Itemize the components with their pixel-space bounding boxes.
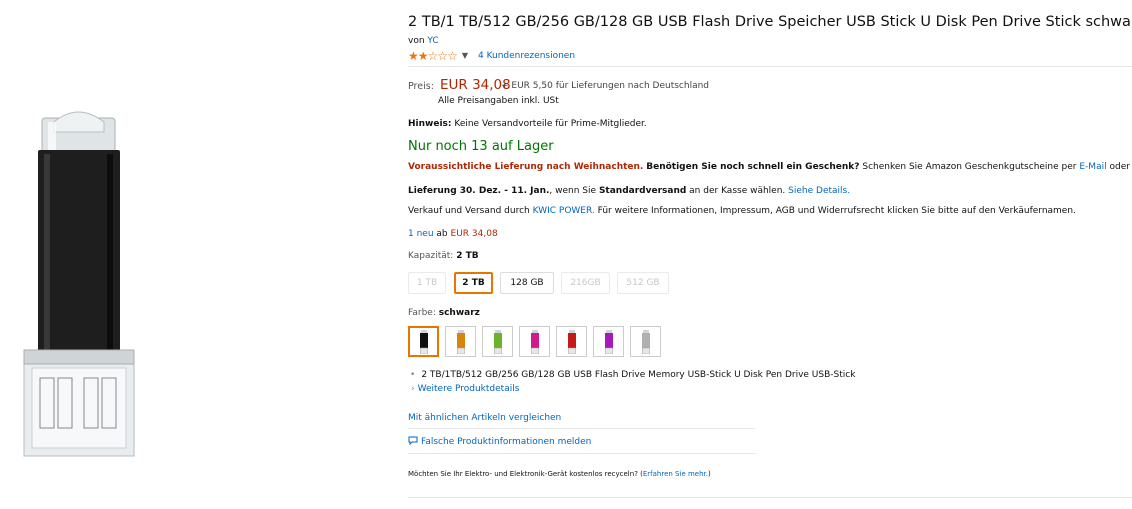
divider (408, 428, 756, 429)
capacity-option-512gb[interactable]: 512 GB (617, 272, 669, 294)
gift-tail: oder zum (1109, 162, 1132, 172)
star-empty-icon: ☆ (447, 48, 458, 63)
capacity-label-text: Kapazität: (408, 251, 454, 261)
byline-prefix: von (408, 36, 425, 46)
christmas-warning: Voraussichtliche Lieferung nach Weihnach… (408, 162, 644, 172)
delivery-text-1: , wenn Sie (549, 186, 597, 196)
star-empty-icon: ☆ (427, 48, 439, 63)
seller-text: Für weitere Informationen, Impressum, AG… (597, 206, 1076, 216)
color-swatch[interactable] (593, 326, 624, 357)
usb-stick-icon (530, 329, 539, 354)
divider (408, 66, 1132, 67)
usb-stick-icon (641, 329, 650, 354)
star-full-icon: ★ (408, 48, 419, 63)
stock-status: Nur noch 13 auf Lager (408, 139, 554, 154)
usb-stick-icon (419, 329, 428, 354)
gift-question: Benötigen Sie noch schnell ein Geschenk? (646, 162, 860, 172)
christmas-notice: Voraussichtliche Lieferung nach Weihnach… (408, 162, 1132, 172)
byline: von YC (408, 36, 439, 46)
report-link[interactable]: Falsche Produktinformationen melden (421, 437, 591, 447)
usb-stick-icon (604, 329, 613, 354)
chevron-down-icon[interactable]: ▼ (462, 51, 468, 60)
vat-note: Alle Preisangaben inkl. USt (438, 96, 559, 106)
color-swatch[interactable] (445, 326, 476, 357)
capacity-option-1tb[interactable]: 1 TB (408, 272, 446, 294)
offers-price: EUR 34,08 (450, 229, 498, 239)
color-swatch[interactable] (482, 326, 513, 357)
divider (408, 497, 1132, 498)
seller-prefix: Verkauf und Versand durch (408, 206, 530, 216)
reviews-link[interactable]: 4 Kundenrezensionen (478, 51, 575, 61)
color-selected-value: schwarz (438, 308, 480, 318)
product-image[interactable] (12, 100, 142, 470)
report-row[interactable]: Falsche Produktinformationen melden (408, 436, 591, 447)
capacity-option-128gb[interactable]: 128 GB (500, 272, 554, 294)
prime-hint: Hinweis: Keine Versandvorteile für Prime… (408, 119, 647, 129)
seller-info: Verkauf und Versand durch KWIC POWER. Fü… (408, 206, 1076, 216)
seller-link[interactable]: KWIC POWER. (533, 206, 595, 216)
color-swatch[interactable] (556, 326, 587, 357)
speech-bubble-icon (408, 436, 418, 446)
offers-text: ab (436, 229, 448, 239)
new-offers-link[interactable]: 1 neu (408, 229, 434, 239)
product-title: 2 TB/1 TB/512 GB/256 GB/128 GB USB Flash… (408, 14, 1132, 30)
shipping-info: + EUR 5,50 für Lieferungen nach Deutschl… (501, 81, 710, 91)
price-label: Preis: (408, 81, 434, 92)
recycle-learn-more-link[interactable]: Erfahren Sie mehr. (643, 470, 708, 478)
color-label: Farbe: schwarz (408, 308, 480, 318)
capacity-option-216gb[interactable]: 216GB (561, 272, 610, 294)
color-label-text: Farbe: (408, 308, 436, 318)
rating-row: ★★☆☆☆ ▼ 4 Kundenrezensionen (408, 49, 575, 62)
recycle-notice: Möchten Sie Ihr Elektro- und Elektronik-… (408, 470, 711, 478)
email-giftcard-link[interactable]: E-Mail (1079, 162, 1106, 172)
chevron-right-icon: › (411, 384, 415, 394)
usb-stick-icon (567, 329, 576, 354)
usb-stick-icon (493, 329, 502, 354)
bullet-dot: • (410, 370, 416, 380)
color-swatch[interactable] (408, 326, 439, 357)
delivery-text-2: an der Kasse wählen. (689, 186, 786, 196)
delivery-info: Lieferung 30. Dez. - 11. Jan., wenn Sie … (408, 186, 850, 196)
brand-link[interactable]: YC (427, 36, 438, 46)
capacity-label: Kapazität: 2 TB (408, 251, 479, 261)
feature-bullet: • 2 TB/1TB/512 GB/256 GB/128 GB USB Flash… (410, 370, 855, 380)
delivery-method: Standardversand (598, 186, 687, 196)
recycle-close: ) (708, 470, 711, 478)
hint-text: Keine Versandvorteile für Prime-Mitglied… (454, 119, 647, 129)
star-rating-icon[interactable]: ★★☆☆☆ (408, 48, 458, 63)
capacity-selected-value: 2 TB (456, 251, 479, 261)
color-swatch[interactable] (630, 326, 661, 357)
compare-link[interactable]: Mit ähnlichen Artikeln vergleichen (408, 413, 561, 423)
gift-text: Schenken Sie Amazon Geschenkgutscheine p… (862, 162, 1077, 172)
star-empty-icon: ☆ (437, 48, 448, 63)
delivery-details-link[interactable]: Siehe Details. (788, 186, 850, 196)
color-swatch[interactable] (519, 326, 550, 357)
star-full-icon: ★ (417, 48, 429, 63)
recycle-text: Möchten Sie Ihr Elektro- und Elektronik-… (408, 470, 643, 478)
delivery-dates: Lieferung 30. Dez. - 11. Jan. (408, 186, 550, 196)
divider (408, 453, 756, 454)
feature-bullet-text: 2 TB/1TB/512 GB/256 GB/128 GB USB Flash … (421, 370, 856, 380)
more-details[interactable]: › Weitere Produktdetails (411, 384, 519, 394)
more-details-link[interactable]: Weitere Produktdetails (418, 384, 520, 394)
offers-listing: 1 neu ab EUR 34,08 (408, 229, 498, 239)
usb-stick-icon (456, 329, 465, 354)
capacity-option-2tb[interactable]: 2 TB (454, 272, 493, 294)
hint-label: Hinweis: (408, 119, 452, 129)
